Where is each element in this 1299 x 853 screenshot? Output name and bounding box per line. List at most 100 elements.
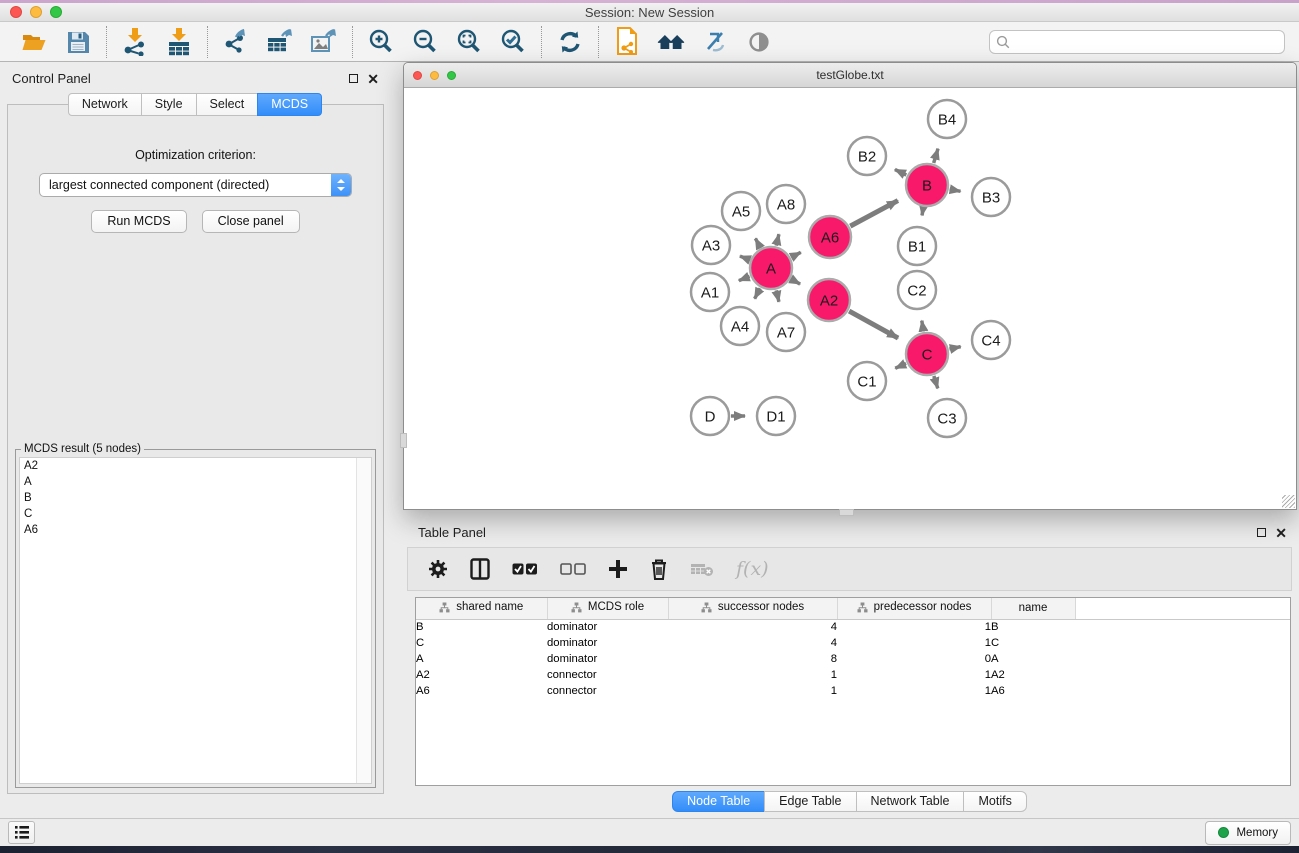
cell[interactable]: dominator bbox=[547, 619, 668, 635]
cell[interactable]: 1 bbox=[837, 667, 991, 683]
mcds-result-item[interactable]: C bbox=[20, 506, 371, 522]
graph-edge-A-A2[interactable] bbox=[791, 279, 800, 284]
cell[interactable]: A2 bbox=[416, 667, 547, 683]
delete-column-icon[interactable] bbox=[650, 558, 668, 580]
graph-node-D1[interactable]: D1 bbox=[757, 397, 795, 435]
table-row[interactable]: A6connector11A6 bbox=[416, 683, 1290, 699]
graph-edge-C-C1[interactable] bbox=[895, 363, 906, 368]
graph-node-B4[interactable]: B4 bbox=[928, 100, 966, 138]
graph-node-C2[interactable]: C2 bbox=[898, 271, 936, 309]
graph-node-A4[interactable]: A4 bbox=[721, 307, 759, 345]
graph-node-B3[interactable]: B3 bbox=[972, 178, 1010, 216]
settings-gear-icon[interactable] bbox=[428, 559, 448, 579]
close-panel-button[interactable]: Close panel bbox=[202, 210, 300, 233]
home-icon[interactable] bbox=[657, 28, 685, 56]
graph-node-C3[interactable]: C3 bbox=[928, 399, 966, 437]
column-header-successor-nodes[interactable]: successor nodes bbox=[668, 598, 837, 619]
graph-edge-A-A5[interactable] bbox=[755, 238, 760, 247]
mcds-result-item[interactable]: A2 bbox=[20, 458, 371, 474]
mcds-result-item[interactable]: A bbox=[20, 474, 371, 490]
graph-edge-A-A7[interactable] bbox=[776, 290, 779, 301]
graph-edge-C-C2[interactable] bbox=[922, 321, 924, 332]
network-close-icon[interactable] bbox=[413, 71, 422, 80]
cell[interactable]: A6 bbox=[416, 683, 547, 699]
cell[interactable]: 1 bbox=[837, 635, 991, 651]
mcds-result-list[interactable]: A2ABCA6 bbox=[19, 457, 372, 784]
column-header-name[interactable]: name bbox=[991, 598, 1075, 619]
cell[interactable]: 1 bbox=[668, 683, 837, 699]
network-canvas[interactable]: B4B2BB3A5A8A6B1A3AA1C2A4A7A2C4CC1C3DD1 bbox=[404, 88, 1296, 509]
graph-node-C[interactable]: C bbox=[906, 333, 948, 375]
graph-edge-A-A8[interactable] bbox=[776, 234, 779, 245]
graph-node-C4[interactable]: C4 bbox=[972, 321, 1010, 359]
split-divider-handle-vertical[interactable] bbox=[400, 433, 407, 448]
graph-node-A[interactable]: A bbox=[750, 247, 792, 289]
network-maximize-icon[interactable] bbox=[447, 71, 456, 80]
zoom-in-icon[interactable] bbox=[367, 28, 395, 56]
column-header-mcds-role[interactable]: MCDS role bbox=[547, 598, 668, 619]
graph-node-A1[interactable]: A1 bbox=[691, 273, 729, 311]
network-minimize-icon[interactable] bbox=[430, 71, 439, 80]
graph-node-A3[interactable]: A3 bbox=[692, 226, 730, 264]
cell[interactable]: C bbox=[991, 635, 1075, 651]
cell[interactable]: 0 bbox=[837, 651, 991, 667]
run-mcds-button[interactable]: Run MCDS bbox=[91, 210, 186, 233]
tab-select[interactable]: Select bbox=[196, 93, 259, 116]
save-session-icon[interactable] bbox=[64, 28, 92, 56]
cell[interactable]: dominator bbox=[547, 651, 668, 667]
mcds-result-item[interactable]: A6 bbox=[20, 522, 371, 538]
close-panel-icon[interactable]: ✕ bbox=[367, 74, 379, 84]
window-resize-grip[interactable] bbox=[1282, 495, 1295, 508]
zoom-fit-icon[interactable] bbox=[455, 28, 483, 56]
cell[interactable]: 1 bbox=[837, 683, 991, 699]
graph-node-C1[interactable]: C1 bbox=[848, 362, 886, 400]
cell[interactable]: 4 bbox=[668, 635, 837, 651]
memory-button[interactable]: Memory bbox=[1205, 821, 1291, 845]
open-session-icon[interactable] bbox=[20, 28, 48, 56]
cell[interactable]: 1 bbox=[837, 619, 991, 635]
new-network-from-file-icon[interactable] bbox=[613, 28, 641, 56]
cell[interactable]: A bbox=[991, 651, 1075, 667]
graph-edge-A6-B[interactable] bbox=[850, 201, 898, 227]
hide-graphics-details-icon[interactable] bbox=[701, 28, 729, 56]
tab-node-table[interactable]: Node Table bbox=[672, 791, 765, 812]
split-divider-handle-horizontal[interactable] bbox=[839, 509, 854, 516]
result-scrollbar[interactable] bbox=[356, 458, 371, 783]
graph-node-A5[interactable]: A5 bbox=[722, 192, 760, 230]
graph-edge-B-B2[interactable] bbox=[895, 169, 906, 175]
cell[interactable]: A6 bbox=[991, 683, 1075, 699]
cell[interactable]: 4 bbox=[668, 619, 837, 635]
tab-network-table[interactable]: Network Table bbox=[856, 791, 965, 812]
export-image-icon[interactable] bbox=[310, 28, 338, 56]
mcds-result-item[interactable]: B bbox=[20, 490, 371, 506]
cell[interactable]: 1 bbox=[668, 667, 837, 683]
float-table-panel-icon[interactable] bbox=[1257, 528, 1266, 537]
delete-table-icon[interactable] bbox=[690, 561, 714, 577]
refresh-icon[interactable] bbox=[556, 28, 584, 56]
close-table-panel-icon[interactable]: ✕ bbox=[1275, 528, 1287, 538]
cell[interactable]: dominator bbox=[547, 635, 668, 651]
cell[interactable]: A bbox=[416, 651, 547, 667]
column-header-shared-name[interactable]: shared name bbox=[416, 598, 547, 619]
graph-edge-B-B1[interactable] bbox=[922, 208, 923, 216]
tab-mcds[interactable]: MCDS bbox=[257, 93, 322, 116]
table-row[interactable]: A2connector11A2 bbox=[416, 667, 1290, 683]
float-panel-icon[interactable] bbox=[349, 74, 358, 83]
tab-motifs[interactable]: Motifs bbox=[963, 791, 1026, 812]
cell[interactable]: connector bbox=[547, 683, 668, 699]
graph-edge-A-A3[interactable] bbox=[740, 256, 750, 260]
import-network-icon[interactable] bbox=[121, 28, 149, 56]
graph-node-B[interactable]: B bbox=[906, 164, 948, 206]
maximize-window-icon[interactable] bbox=[50, 6, 62, 18]
node-table[interactable]: shared nameMCDS rolesuccessor nodesprede… bbox=[415, 597, 1291, 786]
graph-node-A2[interactable]: A2 bbox=[808, 279, 850, 321]
column-header-predecessor-nodes[interactable]: predecessor nodes bbox=[837, 598, 991, 619]
graph-edge-C-C4[interactable] bbox=[949, 347, 960, 349]
table-row[interactable]: Adominator80A bbox=[416, 651, 1290, 667]
zoom-out-icon[interactable] bbox=[411, 28, 439, 56]
tab-network[interactable]: Network bbox=[68, 93, 142, 116]
function-builder-icon[interactable]: f(x) bbox=[736, 558, 769, 580]
table-row[interactable]: Cdominator41C bbox=[416, 635, 1290, 651]
graph-node-A6[interactable]: A6 bbox=[809, 216, 851, 258]
toggle-views-icon[interactable] bbox=[745, 28, 773, 56]
